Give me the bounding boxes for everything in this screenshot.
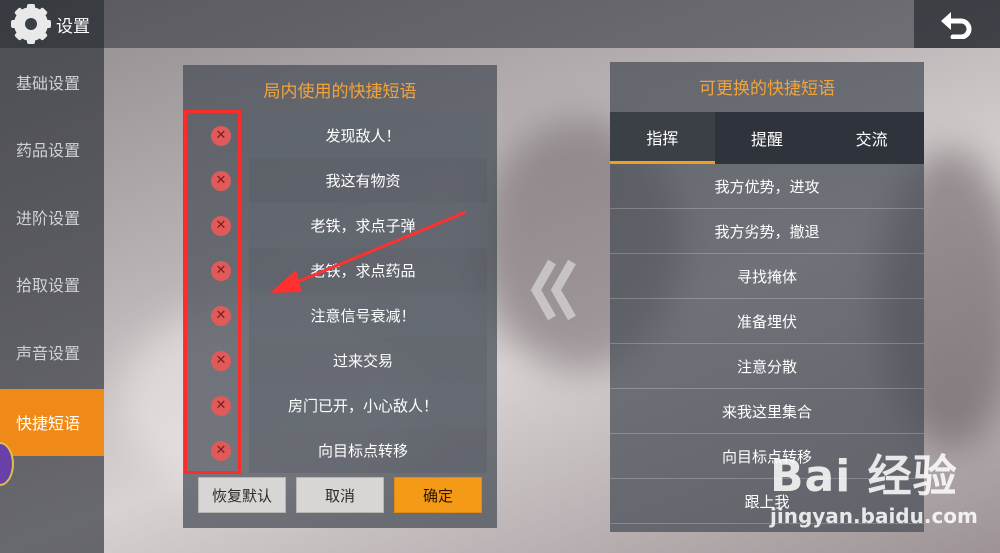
- watermark-logo: Bai 经验: [770, 451, 958, 502]
- watermark-url: jingyan.baidu.com: [770, 504, 978, 528]
- watermark: Bai 经验 jingyan.baidu.com: [770, 440, 978, 528]
